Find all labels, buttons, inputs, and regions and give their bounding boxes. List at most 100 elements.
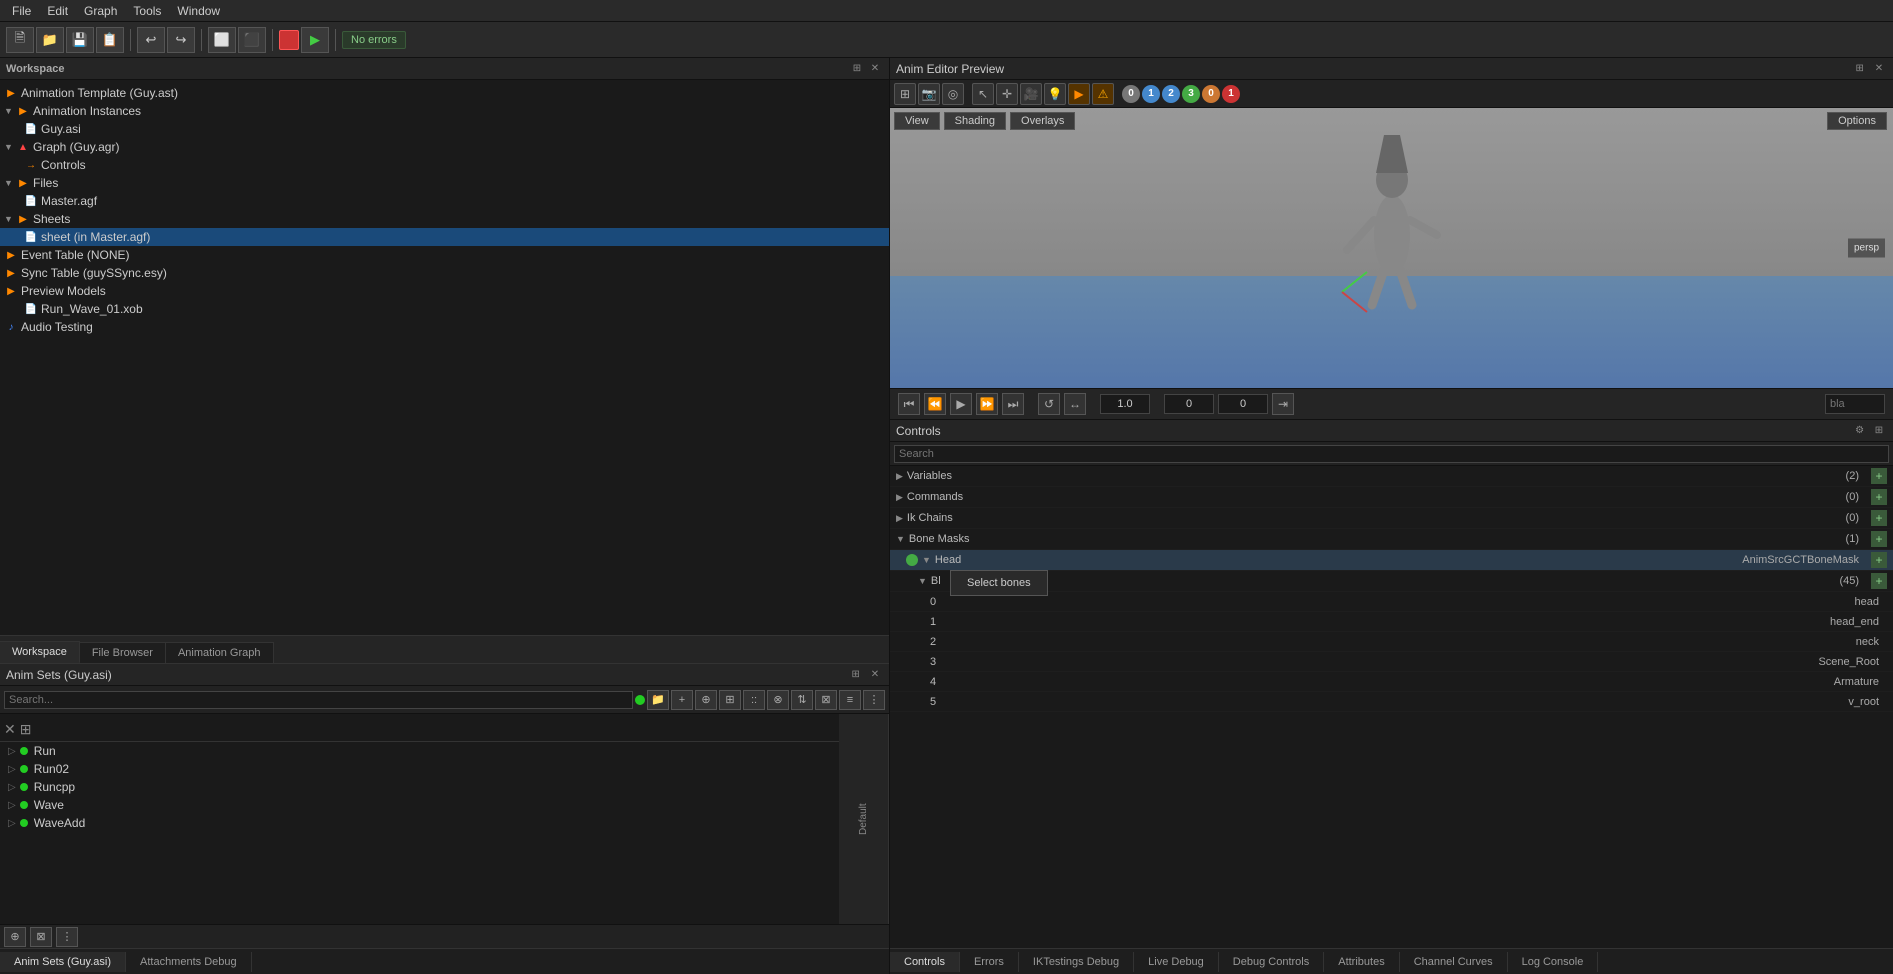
- commands-add-btn[interactable]: +: [1871, 489, 1887, 505]
- tree-item-sync-table[interactable]: ▶ Sync Table (guySSync.esy): [0, 264, 889, 282]
- vp-num-3[interactable]: 3: [1182, 85, 1200, 103]
- anim-icon-1[interactable]: ⊕: [4, 927, 26, 947]
- pb-end-btn[interactable]: ⏭: [1002, 393, 1024, 415]
- pb-end2-btn[interactable]: ⇥: [1272, 393, 1294, 415]
- bottom-tab-iktestings[interactable]: IKTestings Debug: [1019, 952, 1134, 972]
- menu-window[interactable]: Window: [169, 2, 228, 20]
- ctrl-row-bone-5[interactable]: 5 v_root: [890, 692, 1893, 712]
- tree-item-animation-instances[interactable]: ▼ ▶ Animation Instances: [0, 102, 889, 120]
- controls-search-input[interactable]: [894, 445, 1889, 463]
- pb-pos1-input[interactable]: [1164, 394, 1214, 414]
- anim-sets-remove-btn[interactable]: ⊞: [719, 690, 741, 710]
- viewport-3d-container[interactable]: View Shading Overlays Options persp: [890, 108, 1893, 388]
- vp-num-1[interactable]: 1: [1142, 85, 1160, 103]
- anim-sets-folder-btn[interactable]: 📁: [647, 690, 669, 710]
- anim-grid-icon[interactable]: ⊞: [20, 721, 32, 738]
- anim-item-runcpp[interactable]: ▷ Runcpp: [0, 778, 839, 796]
- pb-bounce-btn[interactable]: ↔: [1064, 393, 1086, 415]
- paste-button[interactable]: ⬛: [238, 27, 266, 53]
- controls-settings-icon[interactable]: ⚙: [1852, 423, 1868, 439]
- ctrl-row-bone-2[interactable]: 2 neck: [890, 632, 1893, 652]
- anim-sets-add2-btn[interactable]: ⊕: [695, 690, 717, 710]
- workspace-close-icon[interactable]: ✕: [867, 61, 883, 77]
- anim-sets-close-icon[interactable]: ✕: [867, 667, 883, 683]
- anim-item-run[interactable]: ▷ Run: [0, 742, 839, 760]
- anim-sets-expand-icon[interactable]: ⊞: [848, 667, 864, 683]
- anim-item-run02[interactable]: ▷ Run02: [0, 760, 839, 778]
- vp-warn-icon[interactable]: ⚠: [1092, 83, 1114, 105]
- bottom-tab-errors[interactable]: Errors: [960, 952, 1019, 972]
- anim-sets-add-btn[interactable]: +: [671, 690, 693, 710]
- vp-num-0[interactable]: 0: [1122, 85, 1140, 103]
- tree-item-master-agf[interactable]: 📄 Master.agf: [0, 192, 889, 210]
- tree-item-sheet-master[interactable]: 📄 sheet (in Master.agf): [0, 228, 889, 246]
- pb-play-btn[interactable]: ▶: [950, 393, 972, 415]
- bottom-tab-debug-controls[interactable]: Debug Controls: [1219, 952, 1324, 972]
- vp-move-icon[interactable]: ✛: [996, 83, 1018, 105]
- ctrl-row-bone-masks[interactable]: ▼ Bone Masks (1) +: [890, 529, 1893, 550]
- ctrl-row-bone-1[interactable]: 1 head_end: [890, 612, 1893, 632]
- undo-button[interactable]: ↩: [137, 27, 165, 53]
- tab-workspace[interactable]: Workspace: [0, 641, 80, 663]
- anim-sets-move-btn[interactable]: ⇅: [791, 690, 813, 710]
- vp-grid-icon[interactable]: ⊞: [894, 83, 916, 105]
- vp-select-icon[interactable]: ↖: [972, 83, 994, 105]
- viewport-shading-btn[interactable]: Shading: [944, 112, 1006, 130]
- menu-graph[interactable]: Graph: [76, 2, 125, 20]
- anim-sets-extra2-btn[interactable]: ⋮: [863, 690, 885, 710]
- anim-tab-attachments[interactable]: Attachments Debug: [126, 952, 252, 972]
- bottom-tab-live-debug[interactable]: Live Debug: [1134, 952, 1219, 972]
- variables-add-btn[interactable]: +: [1871, 468, 1887, 484]
- new-button[interactable]: 🗎: [6, 27, 34, 53]
- ctrl-row-bone-3[interactable]: 3 Scene_Root: [890, 652, 1893, 672]
- bottom-tab-attributes[interactable]: Attributes: [1324, 952, 1399, 972]
- menu-tools[interactable]: Tools: [125, 2, 169, 20]
- viewport-view-btn[interactable]: View: [894, 112, 940, 130]
- vp-cam2-icon[interactable]: ◎: [942, 83, 964, 105]
- anim-item-waveadd[interactable]: ▷ WaveAdd: [0, 814, 839, 832]
- pb-search-input[interactable]: [1825, 394, 1885, 414]
- open-button[interactable]: 📁: [36, 27, 64, 53]
- tree-item-preview-models[interactable]: ▶ Preview Models: [0, 282, 889, 300]
- pb-prev-btn[interactable]: ⏪: [924, 393, 946, 415]
- copy-button[interactable]: ⬜: [208, 27, 236, 53]
- ctrl-row-variables[interactable]: ▶ Variables (2) +: [890, 466, 1893, 487]
- anim-tab-anim-sets[interactable]: Anim Sets (Guy.asi): [0, 952, 126, 972]
- vp-num-2[interactable]: 2: [1162, 85, 1180, 103]
- ik-chains-add-btn[interactable]: +: [1871, 510, 1887, 526]
- tab-animation-graph[interactable]: Animation Graph: [166, 642, 274, 663]
- anim-sets-merge-btn[interactable]: ⊗: [767, 690, 789, 710]
- menu-edit[interactable]: Edit: [39, 2, 76, 20]
- anim-editor-close-icon[interactable]: ✕: [1871, 61, 1887, 77]
- vp-num-orange[interactable]: 0: [1202, 85, 1220, 103]
- workspace-expand-icon[interactable]: ⊞: [849, 61, 865, 77]
- tree-item-run-wave[interactable]: 📄 Run_Wave_01.xob: [0, 300, 889, 318]
- menu-file[interactable]: File: [4, 2, 39, 20]
- ctrl-row-bone-4[interactable]: 4 Armature: [890, 672, 1893, 692]
- play-button[interactable]: ▶: [301, 27, 329, 53]
- viewport-options-btn[interactable]: Options: [1827, 112, 1887, 130]
- save-button[interactable]: 💾: [66, 27, 94, 53]
- tree-item-audio-testing[interactable]: ♪ Audio Testing: [0, 318, 889, 336]
- vp-light-icon[interactable]: 💡: [1044, 83, 1066, 105]
- tab-file-browser[interactable]: File Browser: [80, 642, 166, 663]
- tree-item-sheets[interactable]: ▼ ▶ Sheets: [0, 210, 889, 228]
- bottom-tab-log-console[interactable]: Log Console: [1508, 952, 1599, 972]
- pb-loop-btn[interactable]: ↺: [1038, 393, 1060, 415]
- tree-item-guy-asi[interactable]: 📄 Guy.asi: [0, 120, 889, 138]
- pb-next-btn[interactable]: ⏩: [976, 393, 998, 415]
- head-add-btn[interactable]: +: [1871, 552, 1887, 568]
- anim-item-wave[interactable]: ▷ Wave: [0, 796, 839, 814]
- tree-item-animation-template[interactable]: ▶ Animation Template (Guy.ast): [0, 84, 889, 102]
- anim-icon-2[interactable]: ⊠: [30, 927, 52, 947]
- bone-masks-add-btn[interactable]: +: [1871, 531, 1887, 547]
- anim-sets-multi-btn[interactable]: ⊠: [815, 690, 837, 710]
- tree-item-files[interactable]: ▼ ▶ Files: [0, 174, 889, 192]
- bottom-tab-controls[interactable]: Controls: [890, 952, 960, 972]
- pb-speed-input[interactable]: [1100, 394, 1150, 414]
- anim-editor-expand-icon[interactable]: ⊞: [1852, 61, 1868, 77]
- vp-anim-icon[interactable]: ▶: [1068, 83, 1090, 105]
- save-as-button[interactable]: 📋: [96, 27, 124, 53]
- ctx-select-bones[interactable]: Select bones: [951, 573, 1047, 593]
- bottom-tab-channel-curves[interactable]: Channel Curves: [1400, 952, 1508, 972]
